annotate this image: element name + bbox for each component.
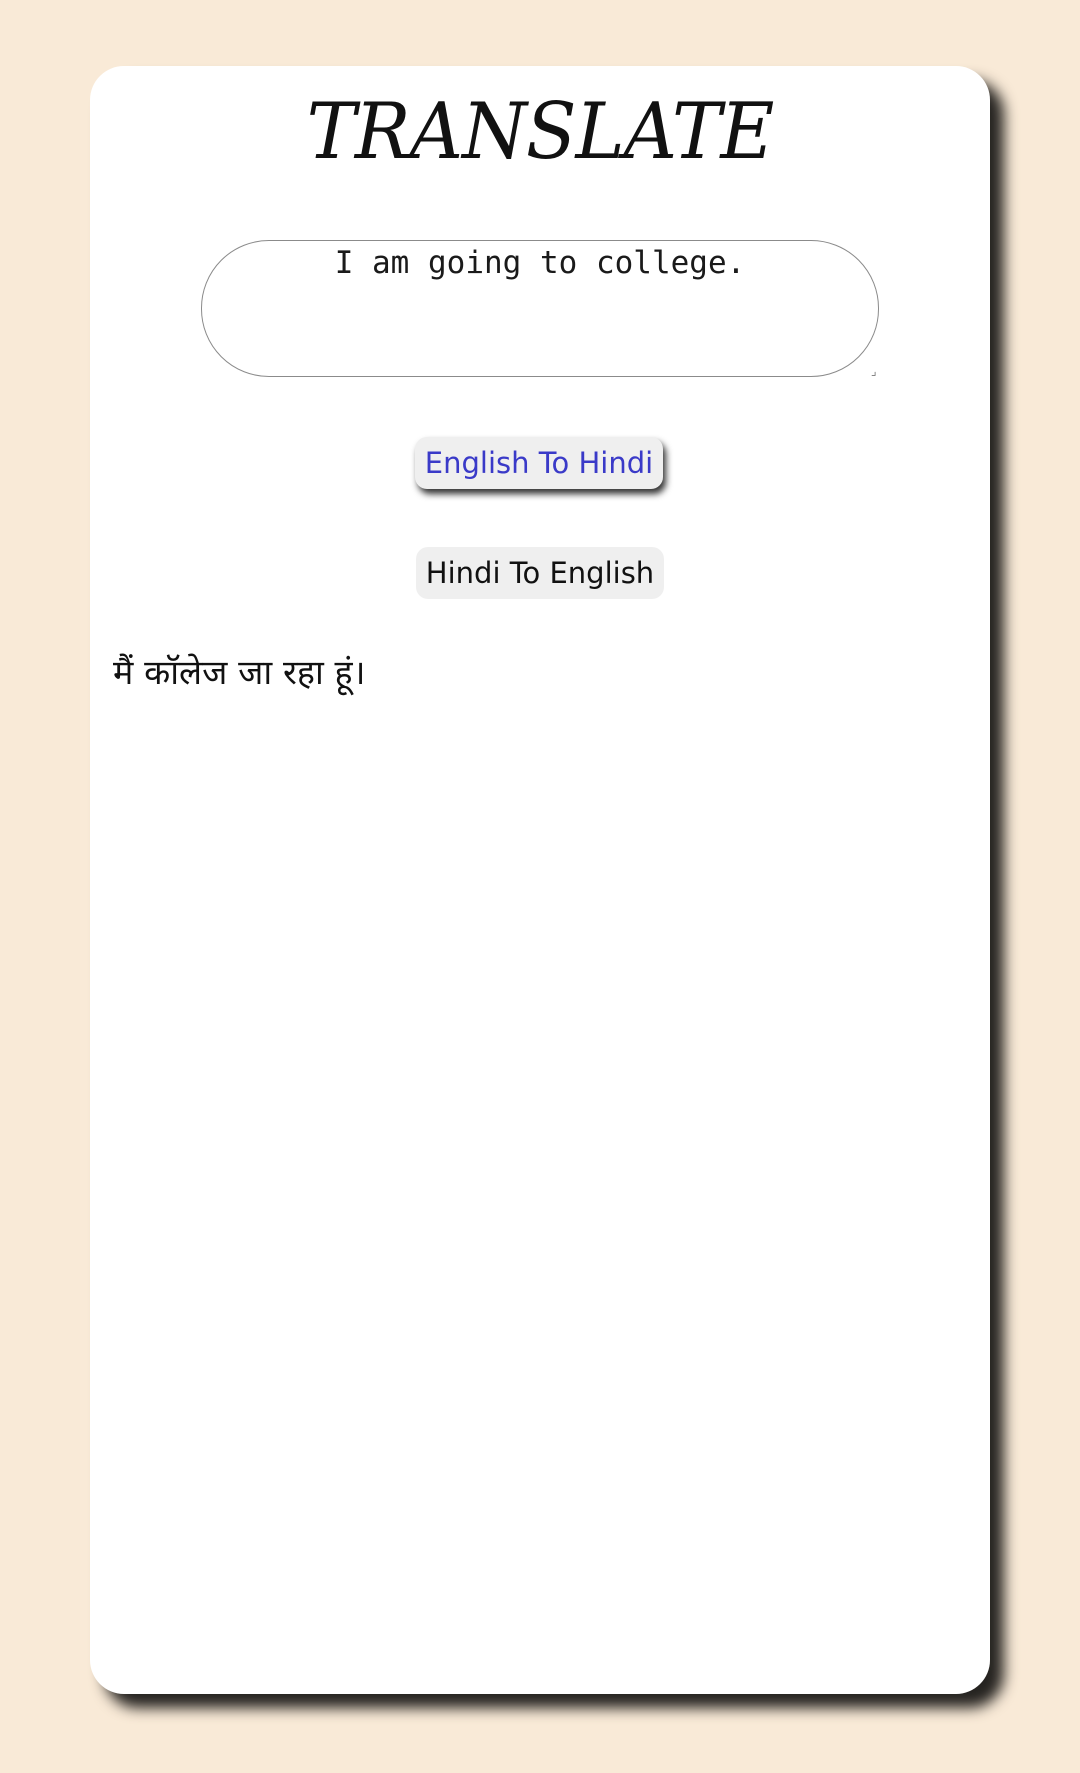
translation-output: मैं कॉलेज जा रहा हूं। (113, 653, 366, 693)
hindi-to-english-button[interactable]: Hindi To English (416, 547, 664, 599)
translator-card: TRANSLATE I am going to college. ⌟ Engli… (90, 66, 990, 1694)
app-title: TRANSLATE (306, 86, 775, 178)
source-text-input[interactable]: I am going to college. (201, 240, 879, 377)
english-to-hindi-button[interactable]: English To Hindi (415, 437, 663, 489)
resize-grip-icon[interactable]: ⌟ (871, 365, 877, 377)
